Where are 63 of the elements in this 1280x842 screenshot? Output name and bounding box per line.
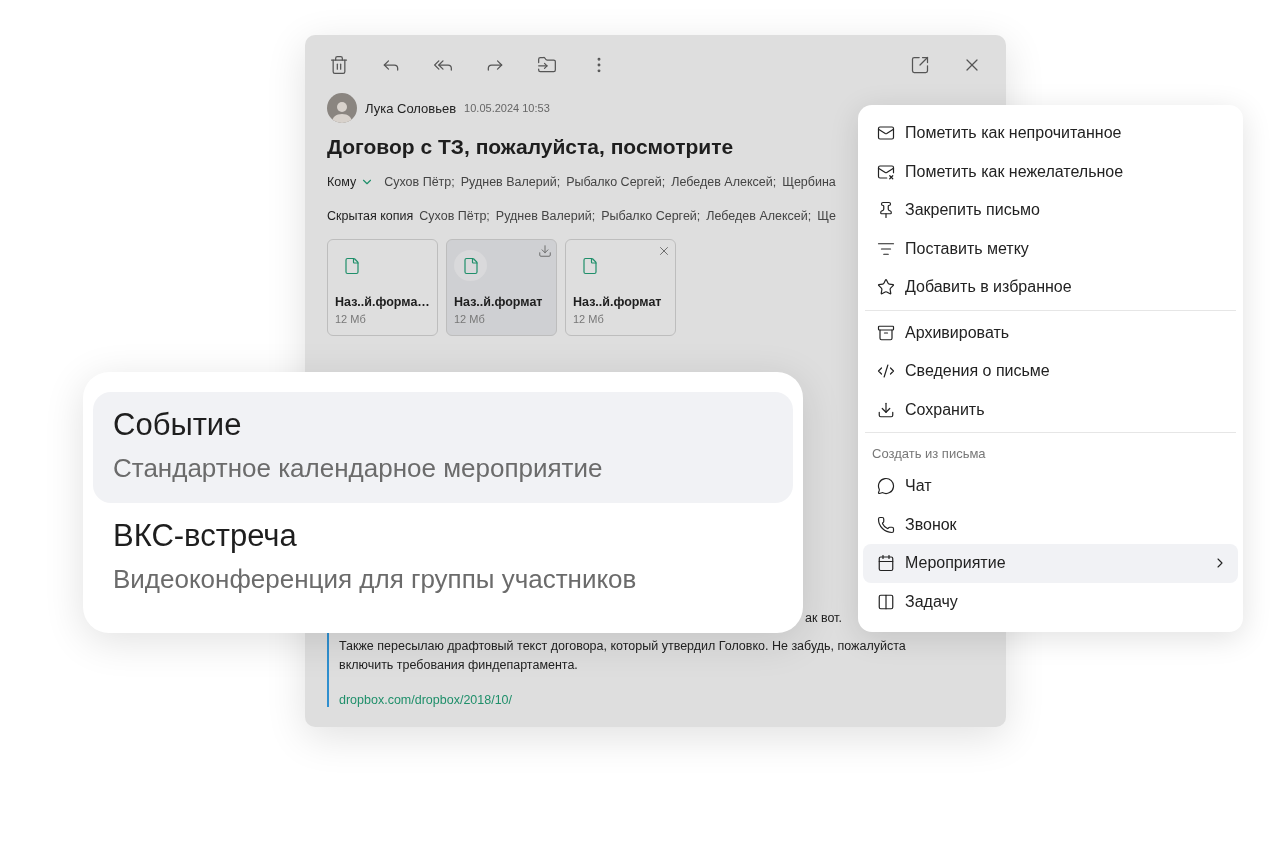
menu-item[interactable]: Архивировать <box>863 313 1238 352</box>
attachment-card[interactable]: Наз..й.формат 12 Мб <box>446 239 557 336</box>
recipient: Сухов Пётр; <box>419 209 490 223</box>
menu-item[interactable]: Звонок <box>863 505 1238 544</box>
code-icon <box>877 362 895 381</box>
recipient: Сухов Пётр; <box>384 175 455 189</box>
file-icon <box>580 256 599 275</box>
to-label: Кому <box>327 175 357 189</box>
bcc-label: Скрытая копия <box>327 209 414 223</box>
recipient: Руднев Валерий; <box>460 175 561 189</box>
attachment-card[interactable]: Наз..й.форма… 12 Мб <box>327 239 438 336</box>
recipient: Щербина <box>782 175 836 189</box>
menu-item[interactable]: Чат <box>863 467 1238 506</box>
option-title: ВКС-встреча <box>113 517 298 554</box>
file-icon <box>461 256 480 275</box>
option-title: Событие <box>113 407 243 443</box>
email-subject: Договор с ТЗ, пожалуйста, посмотрите <box>327 135 735 159</box>
recipient: Руднев Валерий; <box>495 209 596 223</box>
menu-item[interactable]: Пометить как нежелательное <box>863 152 1238 191</box>
menu-item[interactable]: Пометить как непрочитанное <box>863 114 1238 153</box>
attachment-name: Наз..й.форма… <box>335 295 430 309</box>
recipient: Ще <box>817 209 836 223</box>
sender-name: Лука Соловьев <box>365 100 457 116</box>
recipient: Рыбалко Сергей; <box>566 175 666 189</box>
columns-icon <box>877 592 895 611</box>
menu-item[interactable]: Мероприятие <box>863 544 1238 583</box>
event-type-option[interactable]: ВКС-встреча Видеоконференция для группы участников <box>93 502 793 613</box>
recipient: Лебедев Алексей; <box>671 175 777 189</box>
attachment-size: 12 Мб <box>454 313 486 325</box>
body-text: ак вот. <box>805 611 842 625</box>
attachment-card[interactable]: Наз..й.формат 12 Мб <box>565 239 676 336</box>
menu-section-header: Создать из письма <box>871 445 987 463</box>
pin-icon <box>877 201 895 220</box>
close-icon[interactable] <box>657 244 671 258</box>
avatar <box>327 93 357 123</box>
menu-item[interactable]: Сохранить <box>863 390 1238 429</box>
envelope-x-icon <box>877 162 895 181</box>
attachment-name: Наз..й.формат <box>573 295 663 309</box>
trash-icon[interactable] <box>329 55 349 75</box>
event-type-option[interactable]: Событие Стандартное календарное мероприятие <box>93 392 793 503</box>
menu-item[interactable]: Сведения о письме <box>863 352 1238 391</box>
chat-icon <box>877 477 895 496</box>
external-link-icon[interactable] <box>910 55 930 75</box>
menu-item[interactable]: Закрепить письмо <box>863 191 1238 230</box>
archive-icon <box>877 323 895 342</box>
attachment-name: Наз..й.формат <box>454 295 544 309</box>
file-icon <box>342 256 361 275</box>
quote-text: Также пересылаю драфтовый текст договора, который утвердил Головко. Не забудь, пожалуйста включить требования финдепартамента. <box>339 638 907 674</box>
email-date: 10.05.2024 10:53 <box>464 102 550 114</box>
folder-arrow-icon[interactable] <box>537 55 557 75</box>
phone-icon <box>877 515 895 534</box>
calendar-icon <box>877 554 895 573</box>
attachment-size: 12 Мб <box>335 313 367 325</box>
option-subtitle: Стандартное календарное мероприятие <box>113 453 604 484</box>
menu-item[interactable]: Добавить в избранное <box>863 268 1238 307</box>
star-icon <box>877 278 895 297</box>
download-icon <box>877 400 895 419</box>
recipient: Лебедев Алексей; <box>706 209 812 223</box>
option-subtitle: Видеоконференция для группы участников <box>113 563 638 595</box>
menu-item[interactable]: Поставить метку <box>863 229 1238 268</box>
menu-item[interactable]: Задачу <box>863 582 1238 621</box>
recipient: Рыбалко Сергей; <box>601 209 701 223</box>
attachment-size: 12 Мб <box>573 313 605 325</box>
